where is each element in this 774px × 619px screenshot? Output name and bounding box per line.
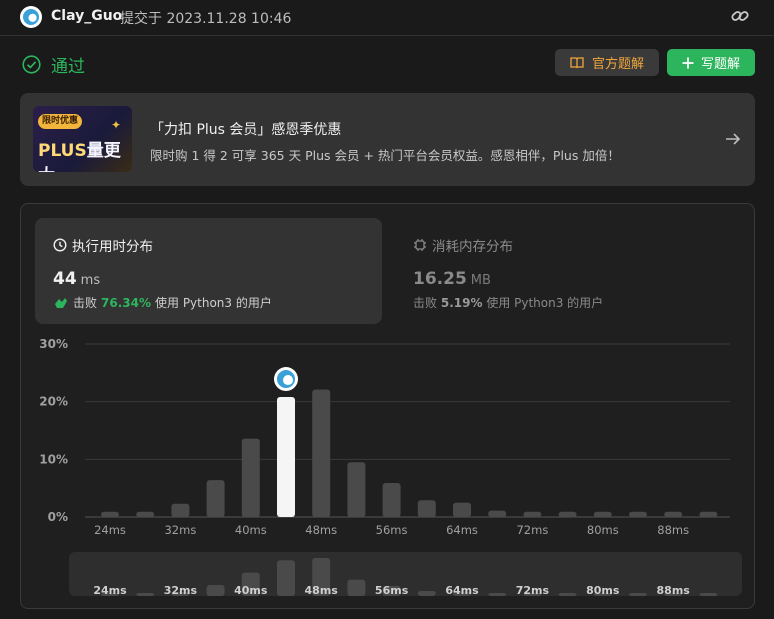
current-user-avatar [274, 367, 298, 392]
bar [699, 511, 718, 517]
x-tick-label: 80ms [587, 523, 619, 537]
minimap-tick-label: 32ms [164, 584, 198, 596]
memory-beat: 击败 5.19% 使用 Python3 的用户 [413, 296, 604, 310]
bar [241, 438, 260, 517]
x-tick-label: 72ms [516, 523, 548, 537]
bar [453, 502, 471, 517]
bar [347, 462, 366, 517]
bar [101, 511, 119, 517]
arrow-right-icon[interactable] [725, 131, 741, 147]
official-solution-label: 官方题解 [591, 57, 644, 72]
minimap-tick-label: 72ms [516, 584, 550, 596]
promo-image-text: PLUS量更大 [38, 141, 121, 172]
write-solution-label: 写题解 [700, 57, 740, 72]
bar [206, 480, 225, 517]
minimap-tick-label: 56ms [375, 584, 409, 596]
minimap-tick-label: 88ms [657, 584, 691, 596]
username[interactable]: Clay_Guo [51, 8, 122, 24]
minimap-chart: 24ms 32ms 40ms 48ms 56ms 64ms 72ms 80ms 88ms [93, 558, 718, 596]
y-tick-label: 0% [48, 510, 68, 524]
promo-title: 「力扣 Plus 会员」感恩季优惠 [150, 122, 342, 138]
submission-header: Clay_Guo 提交于 2023.11.28 10:46 [0, 0, 774, 36]
minimap-bar [558, 593, 577, 596]
minimap-tick-label: 24ms [93, 584, 127, 596]
minimap-bar [417, 591, 436, 596]
submission-meta: 提交于 2023.11.28 10:46 [120, 11, 292, 27]
book-icon [570, 56, 584, 68]
chart-range-slider[interactable]: 24ms 32ms 40ms 48ms 56ms 64ms 72ms 80ms 88ms [69, 552, 742, 596]
minimap-bar [488, 593, 507, 596]
clock-icon [53, 238, 67, 252]
bar [136, 511, 155, 517]
runtime-title-text: 执行用时分布 [72, 239, 153, 255]
bar [593, 511, 612, 517]
accepted-status: 通过 [22, 52, 85, 77]
runtime-title: 执行用时分布 [53, 235, 153, 255]
memory-value: 16.25 MB [413, 269, 491, 289]
minimap-bar [136, 593, 155, 596]
clap-icon [55, 297, 67, 308]
x-tick-label: 40ms [235, 523, 267, 537]
promo-badge: 限时优惠 [38, 114, 83, 129]
official-solution-button[interactable]: 官方题解 [555, 49, 659, 76]
check-circle-icon [22, 55, 41, 74]
bar [523, 511, 542, 517]
minimap-tick-label: 48ms [305, 584, 339, 596]
minimap-tick-label: 80ms [586, 584, 620, 596]
promo-subtitle: 限时购 1 得 2 可享 365 天 Plus 会员 + 热门平台会员权益。感恩… [150, 148, 620, 163]
bar [382, 482, 401, 517]
minimap-bar [277, 560, 295, 596]
distribution-panel: 0% 10% 20% 30% 24ms 32ms 40ms 48ms 56ms 64ms 72ms 8… [20, 203, 755, 609]
avatar-marker-face [283, 375, 293, 386]
minimap-bar [206, 584, 225, 596]
y-tick-label: 30% [39, 337, 68, 351]
x-tick-label: 88ms [657, 523, 689, 537]
link-icon[interactable] [730, 6, 750, 26]
bar [417, 500, 436, 517]
bar-highlighted [277, 397, 295, 517]
bar [312, 389, 331, 517]
minimap-bar [699, 593, 718, 596]
bar [664, 511, 683, 517]
x-tick-label: 32ms [164, 523, 196, 537]
bar [488, 510, 507, 517]
runtime-card[interactable]: 执行用时分布 44 ms 击败 76.34% 使用 Python3 的用户 [35, 218, 382, 324]
status-label: 通过 [51, 57, 85, 77]
minimap-bar [347, 579, 366, 596]
avatar[interactable] [20, 6, 42, 28]
minimap-bar [629, 593, 647, 596]
sparkle-icon: ✦ [111, 118, 122, 132]
runtime-value: 44 ms [53, 269, 101, 289]
x-tick-label: 24ms [94, 523, 126, 537]
bar [171, 503, 190, 517]
memory-title: 消耗内存分布 [413, 235, 513, 255]
memory-card[interactable]: 消耗内存分布 16.25 MB 击败 5.19% 使用 Python3 的用户 [413, 218, 743, 324]
write-solution-button[interactable]: 写题解 [667, 49, 755, 76]
bar [558, 511, 577, 517]
y-tick-label: 10% [39, 452, 68, 466]
x-tick-label: 48ms [305, 523, 337, 537]
chip-icon [414, 239, 426, 251]
x-tick-label: 64ms [446, 523, 478, 537]
plus-icon [682, 57, 694, 68]
promo-banner[interactable]: 限时优惠 ✦ PLUS量更大 「力扣 Plus 会员」感恩季优惠 限时购 1 得… [20, 93, 755, 186]
promo-image: 限时优惠 ✦ PLUS量更大 [33, 106, 132, 172]
y-tick-label: 20% [39, 395, 68, 409]
bar [629, 511, 647, 517]
minimap-tick-label: 40ms [234, 584, 268, 596]
x-tick-label: 56ms [376, 523, 408, 537]
memory-title-text: 消耗内存分布 [432, 239, 513, 255]
minimap-tick-label: 64ms [445, 584, 479, 596]
runtime-beat: 击败 76.34% 使用 Python3 的用户 [53, 294, 272, 311]
